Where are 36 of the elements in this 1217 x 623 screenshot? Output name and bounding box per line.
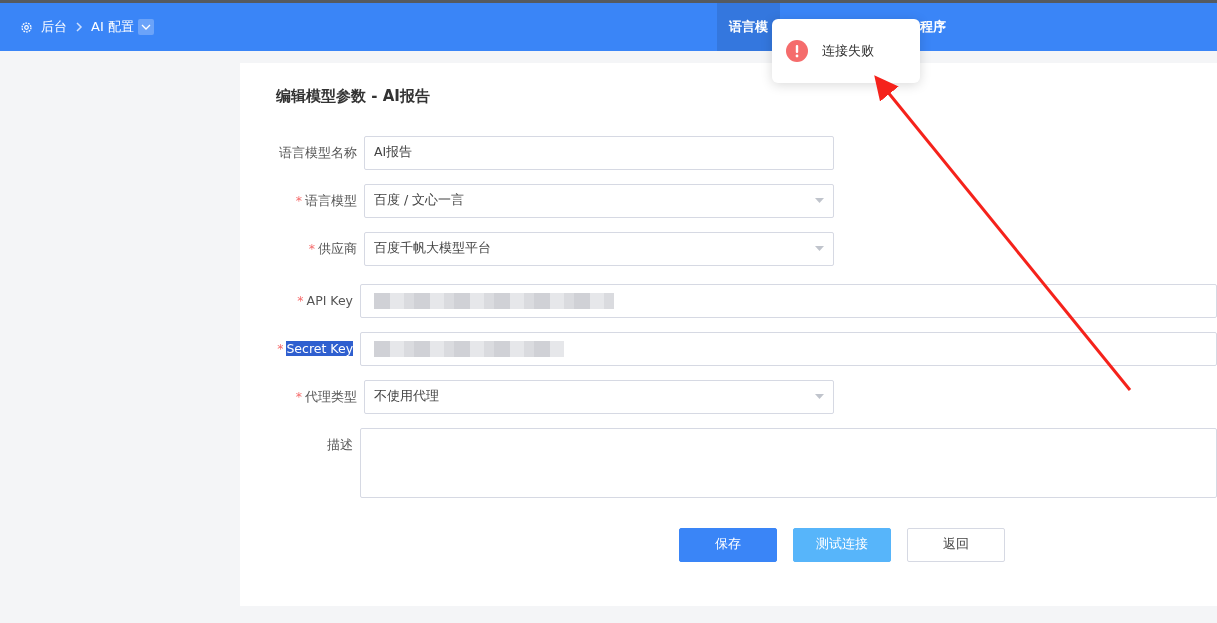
test-button[interactable]: 测试连接 [793,527,891,562]
required-mark: * [295,192,302,208]
caret-icon [815,198,824,203]
select-field[interactable]: 百度 / 文心一言 [364,183,834,218]
toast-text: 连接失败 [822,42,874,61]
nav-tab[interactable]: 程序 [919,3,958,51]
caret-icon [815,394,824,399]
save-button[interactable]: 保存 [679,527,777,562]
form-title: 编辑模型参数 - AI报告 [276,86,431,107]
field-label: 供应商 [318,240,357,256]
required-mark: * [297,292,304,308]
required-mark: * [277,340,284,356]
caret-icon [140,24,151,30]
required-mark: * [308,240,315,256]
textarea-field[interactable] [360,427,1217,498]
field-label: API Key [306,292,354,308]
caret-icon [815,246,824,251]
back-button[interactable]: 返回 [907,527,1005,562]
field-label: 语言模型 [305,192,357,208]
breadcrumb-link[interactable]: 后台 [41,17,67,37]
text-field[interactable]: AI报告 [364,135,834,170]
breadcrumb-link[interactable]: AI 配置 [91,17,134,37]
settings-icon [20,20,33,34]
nav-tab[interactable]: 语言模 [716,3,780,51]
select-field[interactable]: 不使用代理 [364,379,834,414]
error-icon [786,40,808,62]
required-mark: * [295,388,302,404]
select-field[interactable]: 百度千帆大模型平台 [364,231,834,266]
field-label: 语言模型名称 [279,144,357,160]
field-label: 代理类型 [305,388,357,404]
field-label: 描述 [327,436,354,452]
input-field[interactable] [360,283,1217,318]
dropdown-button[interactable] [137,19,154,35]
field-label: Secret Key [286,340,354,356]
chevron-icon [75,22,83,32]
input-field[interactable] [360,331,1217,366]
